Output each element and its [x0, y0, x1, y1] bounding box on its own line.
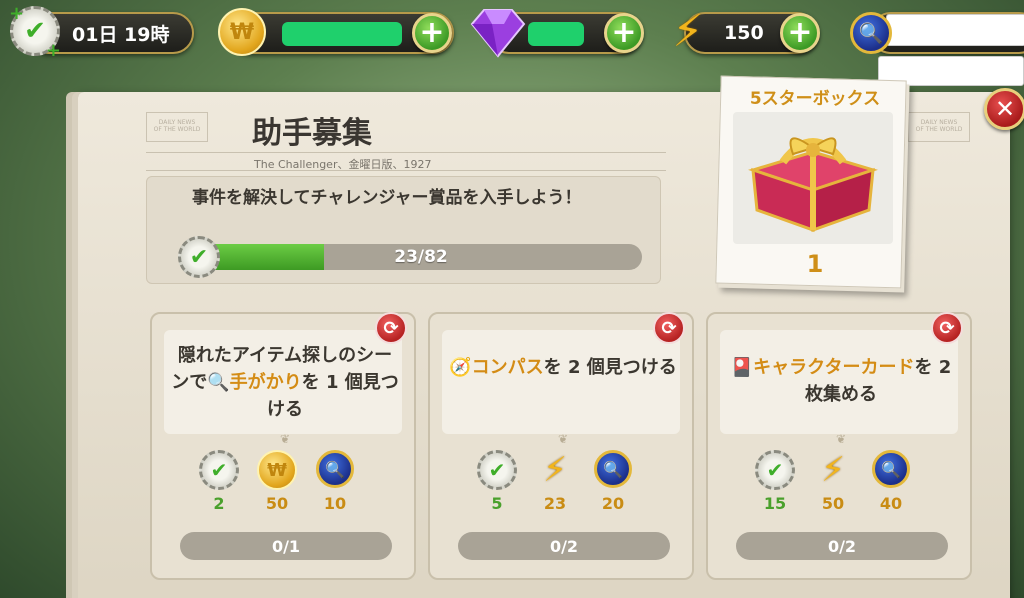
progress-description: 事件を解決してチャレンジャー賞品を入手しよう！: [192, 188, 582, 208]
reward-magnifier: 🔍 10: [310, 450, 360, 513]
reward-value: 20: [601, 494, 625, 513]
coins-value-redacted: [282, 22, 402, 46]
refresh-task-button[interactable]: ⟳: [653, 312, 685, 344]
task-highlight: 手がかり: [229, 372, 302, 393]
check-badge-icon: ✔: [178, 236, 220, 278]
timer-text: 01日 19時: [72, 23, 170, 46]
refresh-task-button[interactable]: ⟳: [375, 312, 407, 344]
divider-ornament: ❦: [557, 432, 569, 446]
task-highlight: コンパス: [471, 357, 544, 378]
coin-icon: ₩: [257, 450, 297, 490]
reward-energy: ⚡ 23: [530, 450, 580, 513]
coin-icon: ₩: [218, 8, 266, 56]
compass-icon: 🧭: [449, 357, 472, 378]
magnifier-value-redacted: [886, 14, 1024, 46]
task-card-character: 🎴キャラクターカードを 2 枚集める ❦ ✔ 15 ⚡ 50 🔍 40 0/2: [706, 312, 972, 580]
gift-box-icon: [748, 137, 878, 233]
page-title: 助手募集: [252, 116, 372, 151]
task-description: 🧭コンパスを 2 個見つける: [449, 357, 677, 378]
task-card-compass: 🧭コンパスを 2 個見つける ❦ ✔ 5 ⚡ 23 🔍 20 0/2: [428, 312, 694, 580]
divider-ornament: ❦: [835, 432, 847, 446]
gem-icon: [470, 9, 526, 58]
reward-check-badge: ✔ 15: [750, 450, 800, 513]
close-button[interactable]: ✕: [984, 88, 1024, 130]
reward-value: 40: [879, 494, 903, 513]
energy-value: 150: [724, 22, 764, 44]
newspaper-stamp-left: DAILY NEWS OF THE WORLD: [146, 112, 208, 142]
newspaper-stamp-right: DAILY NEWS OF THE WORLD: [908, 112, 970, 142]
check-badge-icon: ✔: [199, 450, 239, 490]
reward-magnifier: 🔍 20: [588, 450, 638, 513]
reward-box-image: [733, 112, 893, 244]
task-progress-bar: 0/2: [458, 532, 670, 560]
reward-value: 50: [265, 494, 289, 513]
reward-value: 50: [821, 494, 845, 513]
reward-magnifier: 🔍 40: [866, 450, 916, 513]
lightning-icon: ⚡: [672, 5, 704, 57]
magnifier-badge-icon: 🔍: [850, 12, 892, 54]
reward-box-count: 1: [806, 250, 824, 278]
reward-box-title: 5スターボックス: [749, 89, 881, 109]
magnifier-badge-icon: 🔍: [316, 450, 354, 488]
character-card-icon: 🎴: [730, 357, 754, 378]
add-gems-button[interactable]: +: [604, 13, 644, 53]
magnifier-badge-icon: 🔍: [594, 450, 632, 488]
task-description: 🎴キャラクターカードを 2 枚集める: [730, 357, 952, 405]
task-highlight: キャラクターカード: [753, 357, 915, 378]
task-description: 隠れたアイテム探しのシーンで🔍手がかりを 1 個見つける: [171, 345, 399, 420]
reward-energy: ⚡ 50: [808, 450, 858, 513]
reward-value: 5: [491, 494, 503, 513]
add-energy-button[interactable]: +: [780, 13, 820, 53]
add-coins-button[interactable]: +: [412, 13, 452, 53]
reward-value: 15: [763, 494, 787, 513]
magnifier-badge-icon: 🔍: [872, 450, 910, 488]
check-badge-icon: ✔ + +: [9, 3, 61, 61]
task-card-hidden-object: 隠れたアイテム探しのシーンで🔍手がかりを 1 個見つける ❦ ✔ 2 ₩ 50 …: [150, 312, 416, 580]
check-badge-icon: ✔: [755, 450, 795, 490]
magnifier-clue-icon: 🔍: [207, 372, 230, 393]
reward-value: 23: [543, 494, 567, 513]
progress-bar: 23/82: [200, 244, 642, 270]
divider-ornament: ❦: [279, 432, 291, 446]
paper-rule-top: [146, 152, 666, 153]
reward-check-badge: ✔ 2: [194, 450, 244, 513]
page-subtitle: The Challenger、金曜日版、1927: [254, 158, 432, 171]
refresh-task-button[interactable]: ⟳: [931, 312, 963, 344]
reward-check-badge: ✔ 5: [472, 450, 522, 513]
lightning-icon: ⚡: [821, 450, 845, 490]
task-progress-bar: 0/1: [180, 532, 392, 560]
reward-value: 10: [323, 494, 347, 513]
reward-value: 2: [213, 494, 225, 513]
progress-label: 23/82: [394, 247, 448, 267]
gems-value-redacted: [528, 22, 584, 46]
task-header: [442, 330, 680, 434]
task-progress-bar: 0/2: [736, 532, 948, 560]
check-badge-icon: ✔: [477, 450, 517, 490]
lightning-icon: ⚡: [543, 450, 567, 490]
reward-coin: ₩ 50: [252, 450, 302, 513]
